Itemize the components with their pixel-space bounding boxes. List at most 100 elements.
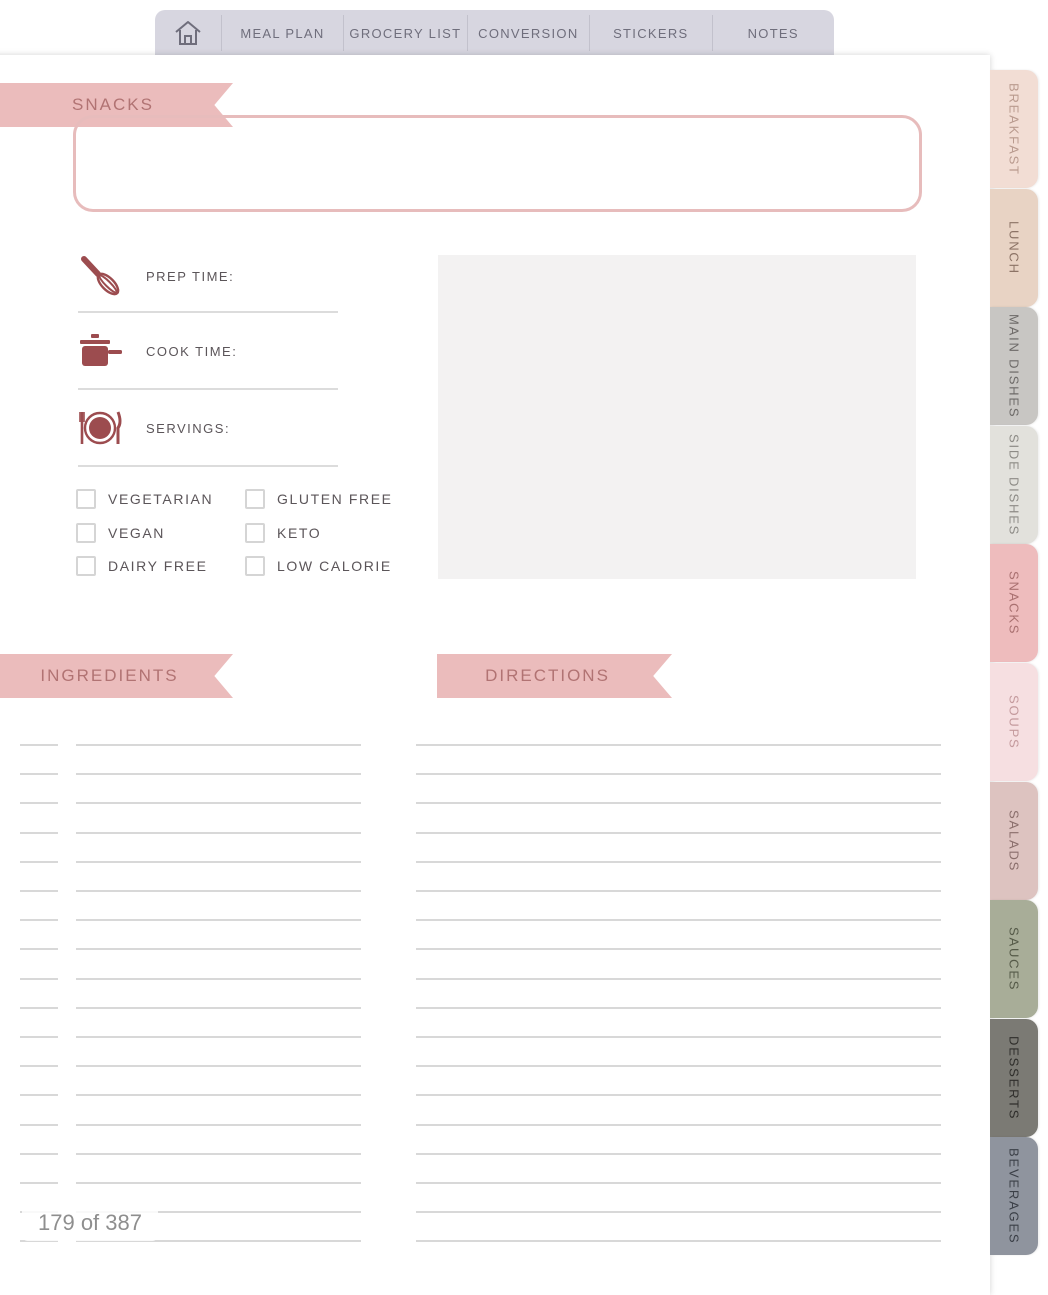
tab-conversion[interactable]: CONVERSION bbox=[466, 15, 589, 51]
ingredient-line[interactable] bbox=[76, 919, 361, 921]
ingredient-line[interactable] bbox=[76, 1153, 361, 1155]
home-button[interactable] bbox=[155, 10, 221, 56]
ingredient-qty-line[interactable] bbox=[20, 1036, 58, 1038]
direction-line[interactable] bbox=[416, 1153, 941, 1155]
ingredient-qty-line[interactable] bbox=[20, 1182, 58, 1184]
cook-time-row[interactable]: COOK TIME: bbox=[78, 328, 338, 374]
ingredient-qty-line[interactable] bbox=[20, 861, 58, 863]
direction-line[interactable] bbox=[416, 1094, 941, 1096]
side-tab-label: SIDE DISHES bbox=[1006, 433, 1022, 537]
ingredients-ribbon: INGREDIENTS bbox=[0, 654, 233, 698]
tab-notes[interactable]: NOTES bbox=[711, 15, 834, 51]
direction-line[interactable] bbox=[416, 1182, 941, 1184]
prep-time-line bbox=[78, 311, 338, 313]
ingredient-qty-line[interactable] bbox=[20, 1094, 58, 1096]
side-tab-label: BREAKFAST bbox=[1006, 82, 1022, 176]
direction-line[interactable] bbox=[416, 861, 941, 863]
direction-line[interactable] bbox=[416, 978, 941, 980]
direction-line[interactable] bbox=[416, 1007, 941, 1009]
side-tab-label: BEVERAGES bbox=[1006, 1147, 1022, 1245]
ingredient-line[interactable] bbox=[76, 1124, 361, 1126]
side-tab-soups[interactable]: SOUPS bbox=[990, 663, 1038, 781]
ingredient-line[interactable] bbox=[76, 890, 361, 892]
ingredient-qty-line[interactable] bbox=[20, 744, 58, 746]
side-tab-desserts[interactable]: DESSERTS bbox=[990, 1019, 1038, 1137]
ingredient-line[interactable] bbox=[76, 802, 361, 804]
ingredient-line[interactable] bbox=[76, 1007, 361, 1009]
ingredient-line[interactable] bbox=[76, 978, 361, 980]
side-tab-label: SOUPS bbox=[1006, 694, 1022, 750]
side-tab-sauces[interactable]: SAUCES bbox=[990, 900, 1038, 1018]
ingredient-qty-line[interactable] bbox=[20, 919, 58, 921]
ingredient-qty-line[interactable] bbox=[20, 1065, 58, 1067]
checkbox-dairy-free[interactable]: DAIRY FREE bbox=[76, 556, 208, 576]
ingredient-qty-line[interactable] bbox=[20, 1153, 58, 1155]
tab-stickers[interactable]: STICKERS bbox=[589, 15, 711, 51]
checkbox-gluten-free[interactable]: GLUTEN FREE bbox=[245, 489, 393, 509]
tab-grocery-list[interactable]: GROCERY LIST bbox=[343, 15, 466, 51]
direction-line[interactable] bbox=[416, 1240, 941, 1242]
ingredient-qty-line[interactable] bbox=[20, 948, 58, 950]
ingredient-line[interactable] bbox=[76, 1065, 361, 1067]
checkbox-label: DAIRY FREE bbox=[108, 558, 208, 574]
side-tab-label: MAIN DISHES bbox=[1006, 313, 1022, 419]
checkbox-keto[interactable]: KETO bbox=[245, 523, 321, 543]
direction-line[interactable] bbox=[416, 1036, 941, 1038]
checkbox-vegan[interactable]: VEGAN bbox=[76, 523, 165, 543]
direction-line[interactable] bbox=[416, 832, 941, 834]
ingredient-line[interactable] bbox=[76, 1182, 361, 1184]
direction-line[interactable] bbox=[416, 1211, 941, 1213]
checkbox-label: LOW CALORIE bbox=[277, 558, 392, 574]
side-tab-main-dishes[interactable]: MAIN DISHES bbox=[990, 307, 1038, 425]
checkbox-vegetarian[interactable]: VEGETARIAN bbox=[76, 489, 213, 509]
direction-line[interactable] bbox=[416, 890, 941, 892]
checkbox-label: GLUTEN FREE bbox=[277, 491, 393, 507]
ingredient-line[interactable] bbox=[76, 744, 361, 746]
direction-line[interactable] bbox=[416, 744, 941, 746]
checkbox-low-calorie[interactable]: LOW CALORIE bbox=[245, 556, 392, 576]
ingredient-line[interactable] bbox=[76, 1094, 361, 1096]
side-tab-lunch[interactable]: LUNCH bbox=[990, 189, 1038, 307]
recipe-title-field[interactable] bbox=[73, 115, 922, 212]
checkbox-box[interactable] bbox=[76, 556, 96, 576]
ingredient-qty-line[interactable] bbox=[20, 890, 58, 892]
direction-line[interactable] bbox=[416, 919, 941, 921]
ingredient-qty-line[interactable] bbox=[20, 832, 58, 834]
direction-line[interactable] bbox=[416, 802, 941, 804]
checkbox-box[interactable] bbox=[245, 556, 265, 576]
checkbox-box[interactable] bbox=[76, 523, 96, 543]
ingredient-line[interactable] bbox=[76, 832, 361, 834]
ingredient-qty-line[interactable] bbox=[20, 1007, 58, 1009]
ingredient-line[interactable] bbox=[76, 948, 361, 950]
side-tab-salads[interactable]: SALADS bbox=[990, 782, 1038, 900]
checkbox-box[interactable] bbox=[245, 523, 265, 543]
direction-line[interactable] bbox=[416, 948, 941, 950]
side-tab-side-dishes[interactable]: SIDE DISHES bbox=[990, 426, 1038, 544]
prep-time-label: PREP TIME: bbox=[146, 268, 235, 284]
plate-cutlery-icon bbox=[79, 411, 122, 445]
side-tab-label: SNACKS bbox=[1006, 570, 1022, 636]
direction-line[interactable] bbox=[416, 1124, 941, 1126]
side-tab-label: SALADS bbox=[1006, 809, 1022, 873]
directions-ribbon: DIRECTIONS bbox=[437, 654, 672, 698]
checkbox-label: VEGETARIAN bbox=[108, 491, 214, 507]
ingredient-line[interactable] bbox=[76, 1036, 361, 1038]
servings-row[interactable]: SERVINGS: bbox=[78, 406, 338, 450]
ingredient-line[interactable] bbox=[76, 773, 361, 775]
checkbox-box[interactable] bbox=[76, 489, 96, 509]
side-tab-beverages[interactable]: BEVERAGES bbox=[990, 1137, 1038, 1255]
ingredient-qty-line[interactable] bbox=[20, 773, 58, 775]
ingredient-line[interactable] bbox=[76, 861, 361, 863]
tab-meal-plan[interactable]: MEAL PLAN bbox=[220, 15, 343, 51]
direction-line[interactable] bbox=[416, 1065, 941, 1067]
ingredient-qty-line[interactable] bbox=[20, 802, 58, 804]
prep-time-row[interactable]: PREP TIME: bbox=[78, 252, 338, 300]
photo-placeholder[interactable] bbox=[438, 255, 916, 579]
servings-label: SERVINGS: bbox=[146, 420, 231, 436]
side-tab-breakfast[interactable]: BREAKFAST bbox=[990, 70, 1038, 188]
ingredient-qty-line[interactable] bbox=[20, 1124, 58, 1126]
ingredient-qty-line[interactable] bbox=[20, 978, 58, 980]
checkbox-box[interactable] bbox=[245, 489, 265, 509]
direction-line[interactable] bbox=[416, 773, 941, 775]
side-tab-snacks[interactable]: SNACKS bbox=[990, 544, 1038, 662]
